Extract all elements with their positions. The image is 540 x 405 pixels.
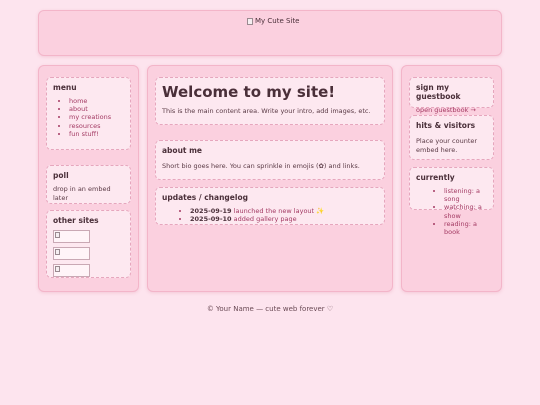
poll-card: poll drop in an embed later — [46, 165, 131, 204]
menu-item-my-creations[interactable]: my creations — [69, 113, 111, 121]
update-text: launched the new layout ✨ — [233, 207, 325, 215]
site-banner-image: My Cute Site — [247, 17, 299, 25]
about-card: about me Short bio goes here. You can sp… — [155, 140, 385, 180]
menu-title: menu — [53, 83, 77, 92]
other-sites-title: other sites — [53, 216, 99, 225]
welcome-title: Welcome to my site! — [162, 83, 336, 101]
hits-card: hits & visitors Place your counter embed… — [409, 115, 494, 160]
currently-item: watching: a show — [444, 203, 487, 219]
currently-list: listening: a song watching: a show readi… — [416, 187, 487, 236]
currently-item: reading: a book — [444, 220, 487, 236]
site-button-3[interactable] — [53, 264, 90, 277]
currently-title: currently — [416, 173, 455, 182]
menu-item-about[interactable]: about — [69, 105, 88, 113]
updates-card: updates / changelog 2025-09-19 launched … — [155, 187, 385, 225]
menu-item-resources[interactable]: resources — [69, 122, 101, 130]
update-item: 2025-09-19 launched the new layout ✨ — [190, 207, 378, 215]
site-banner-alt-text: My Cute Site — [255, 17, 300, 25]
poll-title: poll — [53, 171, 69, 180]
about-text: Short bio goes here. You can sprinkle in… — [162, 162, 360, 170]
other-sites-card: other sites — [46, 210, 131, 278]
broken-image-icon — [55, 249, 60, 255]
menu-item-home[interactable]: home — [69, 97, 87, 105]
broken-image-icon — [55, 232, 60, 238]
updates-title: updates / changelog — [162, 193, 248, 202]
menu-card: menu home about my creations resources f… — [46, 77, 131, 150]
hits-text: Place your counter embed here. — [416, 137, 478, 154]
site-button-1[interactable] — [53, 230, 90, 243]
welcome-card: Welcome to my site! This is the main con… — [155, 77, 385, 125]
welcome-text: This is the main content area. Write you… — [162, 107, 371, 115]
poll-text: drop in an embed later — [53, 185, 111, 202]
currently-item: listening: a song — [444, 187, 487, 203]
broken-image-icon — [247, 17, 253, 25]
update-date: 2025-09-10 — [190, 215, 232, 224]
site-button-2[interactable] — [53, 247, 90, 260]
currently-card: currently listening: a song watching: a … — [409, 167, 494, 236]
hits-title: hits & visitors — [416, 121, 476, 130]
open-guestbook-link[interactable]: open guestbook → — [416, 106, 476, 114]
update-item: 2025-09-10 added gallery page — [190, 215, 378, 223]
broken-image-icon — [55, 266, 60, 272]
update-date: 2025-09-19 — [190, 207, 232, 215]
updates-list: 2025-09-19 launched the new layout ✨ 202… — [162, 207, 378, 223]
menu-item-fun-stuff[interactable]: fun stuff! — [69, 130, 99, 138]
footer-text: © Your Name — cute web forever ♡ — [206, 305, 334, 313]
update-text: added gallery page — [233, 215, 297, 224]
menu-list: home about my creations resources fun st… — [53, 97, 124, 138]
guestbook-card: sign my guestbook open guestbook → — [409, 77, 494, 114]
about-title: about me — [162, 146, 203, 155]
guestbook-title: sign my guestbook — [416, 83, 461, 101]
